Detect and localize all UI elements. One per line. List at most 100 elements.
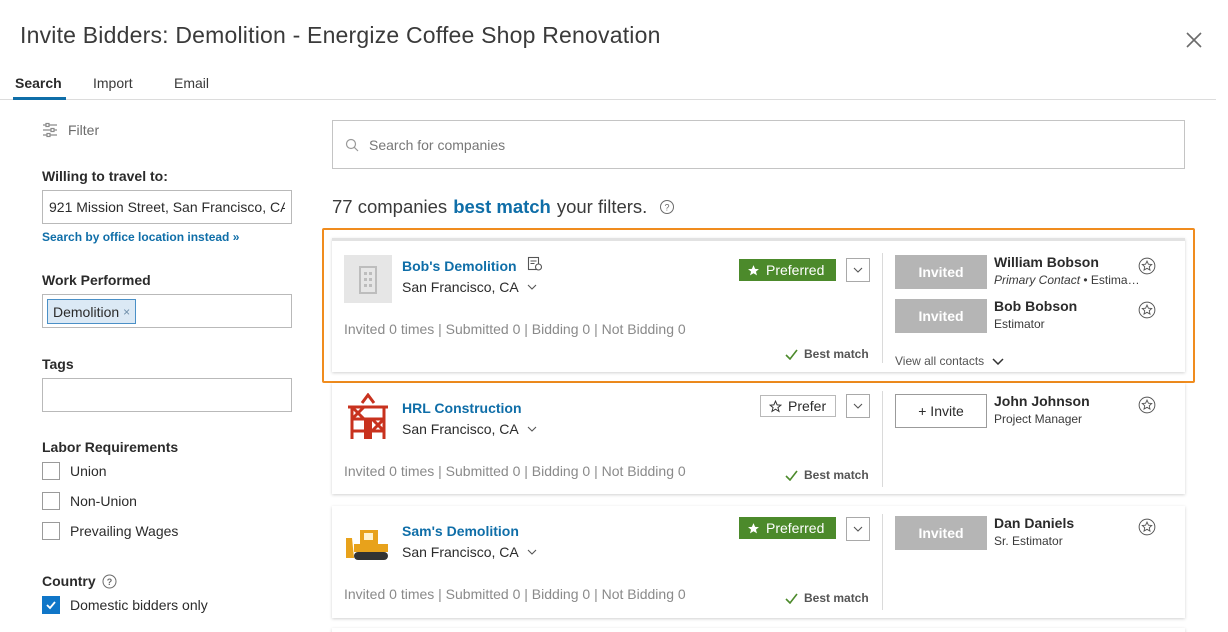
company-card — [332, 628, 1185, 632]
card-divider — [882, 514, 883, 610]
tab-search[interactable]: Search — [15, 75, 62, 91]
contact-name: John Johnson — [994, 393, 1090, 409]
certificate-icon — [527, 256, 543, 271]
help-icon[interactable]: ? — [659, 199, 675, 215]
preferred-label: Preferred — [766, 520, 825, 536]
company-location[interactable]: San Francisco, CA — [402, 544, 537, 560]
labor-option-prevailing-wages[interactable]: Prevailing Wages — [42, 522, 178, 540]
building-icon — [344, 255, 392, 303]
close-icon[interactable] — [1184, 30, 1204, 50]
summary-emphasis: best match — [453, 196, 551, 217]
star-outline-icon — [769, 399, 782, 412]
country-option-domestic[interactable]: Domestic bidders only — [42, 596, 208, 614]
company-location[interactable]: San Francisco, CA — [402, 421, 537, 437]
tags-input[interactable] — [42, 378, 292, 412]
invited-button[interactable]: Invited — [895, 516, 987, 550]
company-name-link[interactable]: Bob's Demolition — [402, 258, 517, 274]
location-text: San Francisco, CA — [402, 544, 519, 560]
company-name-link[interactable]: HRL Construction — [402, 400, 522, 416]
work-performed-input[interactable]: Demolition × — [42, 294, 292, 328]
preferred-label: Preferred — [766, 262, 825, 278]
prefer-button[interactable]: Prefer — [760, 395, 836, 417]
travel-location-input[interactable] — [42, 190, 292, 224]
contact-name: Dan Daniels — [994, 515, 1075, 531]
company-actions-dropdown[interactable] — [846, 394, 870, 418]
help-icon[interactable]: ? — [102, 574, 117, 589]
best-match-text: Best match — [804, 591, 869, 605]
work-chip-label: Demolition — [53, 303, 120, 320]
filter-toggle[interactable]: Filter — [42, 122, 99, 138]
checkbox[interactable] — [42, 492, 60, 510]
checkmark-icon — [46, 601, 56, 610]
contact-role: Project Manager — [994, 412, 1083, 426]
company-location[interactable]: San Francisco, CA — [402, 279, 537, 295]
chevron-down-icon — [527, 549, 537, 555]
location-text: San Francisco, CA — [402, 421, 519, 437]
travel-label: Willing to travel to: — [42, 168, 168, 184]
contact-name: Bob Bobson — [994, 298, 1078, 314]
company-actions-dropdown[interactable] — [846, 517, 870, 541]
check-icon — [785, 349, 798, 360]
svg-text:?: ? — [665, 203, 670, 213]
contact-role: Sr. Estimator — [994, 534, 1063, 548]
star-outline-icon[interactable] — [1138, 396, 1156, 414]
star-outline-icon[interactable] — [1138, 301, 1156, 319]
search-icon — [345, 138, 359, 151]
svg-text:?: ? — [106, 577, 112, 587]
best-match-badge: Best match — [785, 591, 869, 605]
star-outline-icon[interactable] — [1138, 518, 1156, 536]
chevron-down-icon — [853, 526, 863, 532]
company-card: Bob's Demolition San Francisco, CA Invit… — [332, 238, 1185, 372]
star-filled-icon — [748, 264, 759, 275]
contact-role: Primary Contact • Estimator — [994, 273, 1140, 287]
tags-label: Tags — [42, 356, 74, 372]
view-all-contacts-link[interactable]: View all contacts — [895, 354, 1004, 368]
company-name-link[interactable]: Sam's Demolition — [402, 523, 519, 539]
chevron-down-icon — [853, 403, 863, 409]
view-all-text: View all contacts — [895, 354, 985, 368]
company-search-input[interactable] — [369, 136, 1184, 153]
company-actions-dropdown[interactable] — [846, 258, 870, 282]
card-divider — [882, 253, 883, 363]
bid-stats: Invited 0 times | Submitted 0 | Bidding … — [344, 586, 686, 602]
company-card: Sam's Demolition San Francisco, CA Invit… — [332, 506, 1185, 618]
check-icon — [785, 593, 798, 604]
preferred-button[interactable]: Preferred — [739, 259, 836, 281]
company-card: HRL Construction San Francisco, CA Invit… — [332, 383, 1185, 494]
check-icon — [785, 470, 798, 481]
office-location-link[interactable]: Search by office location instead » — [42, 230, 239, 244]
tab-email[interactable]: Email — [174, 75, 209, 91]
checkbox-label: Prevailing Wages — [70, 523, 179, 539]
labor-option-non-union[interactable]: Non-Union — [42, 492, 137, 510]
checkbox-label: Non-Union — [70, 493, 137, 509]
best-match-badge: Best match — [785, 347, 869, 361]
chip-remove-icon[interactable]: × — [123, 305, 130, 319]
location-text: San Francisco, CA — [402, 279, 519, 295]
country-label-text: Country — [42, 573, 96, 589]
checkbox-label: Domestic bidders only — [70, 597, 208, 613]
card-divider — [882, 391, 883, 487]
filter-sidebar: Filter Willing to travel to: Search by o… — [0, 100, 310, 632]
construction-frame-icon — [348, 393, 388, 439]
checkbox[interactable] — [42, 462, 60, 480]
labor-option-union[interactable]: Union — [42, 462, 107, 480]
bid-stats: Invited 0 times | Submitted 0 | Bidding … — [344, 463, 686, 479]
work-chip: Demolition × — [47, 299, 137, 324]
tab-import[interactable]: Import — [93, 75, 133, 91]
chevron-down-icon — [527, 284, 537, 290]
best-match-text: Best match — [804, 468, 869, 482]
primary-contact-tag: Primary Contact — [994, 273, 1081, 287]
checkbox[interactable] — [42, 522, 60, 540]
work-performed-label: Work Performed — [42, 272, 151, 288]
preferred-button[interactable]: Preferred — [739, 517, 836, 539]
contact-role: Estimator — [994, 317, 1045, 331]
filter-label: Filter — [68, 122, 100, 138]
chevron-down-icon — [527, 426, 537, 432]
invited-button[interactable]: Invited — [895, 299, 987, 333]
invited-button[interactable]: Invited — [895, 255, 987, 289]
star-outline-icon[interactable] — [1138, 257, 1156, 275]
bulldozer-icon — [346, 530, 388, 560]
checkbox-checked[interactable] — [42, 596, 60, 614]
invite-button[interactable]: + Invite — [895, 394, 987, 428]
summary-suffix: your filters. — [556, 196, 648, 217]
